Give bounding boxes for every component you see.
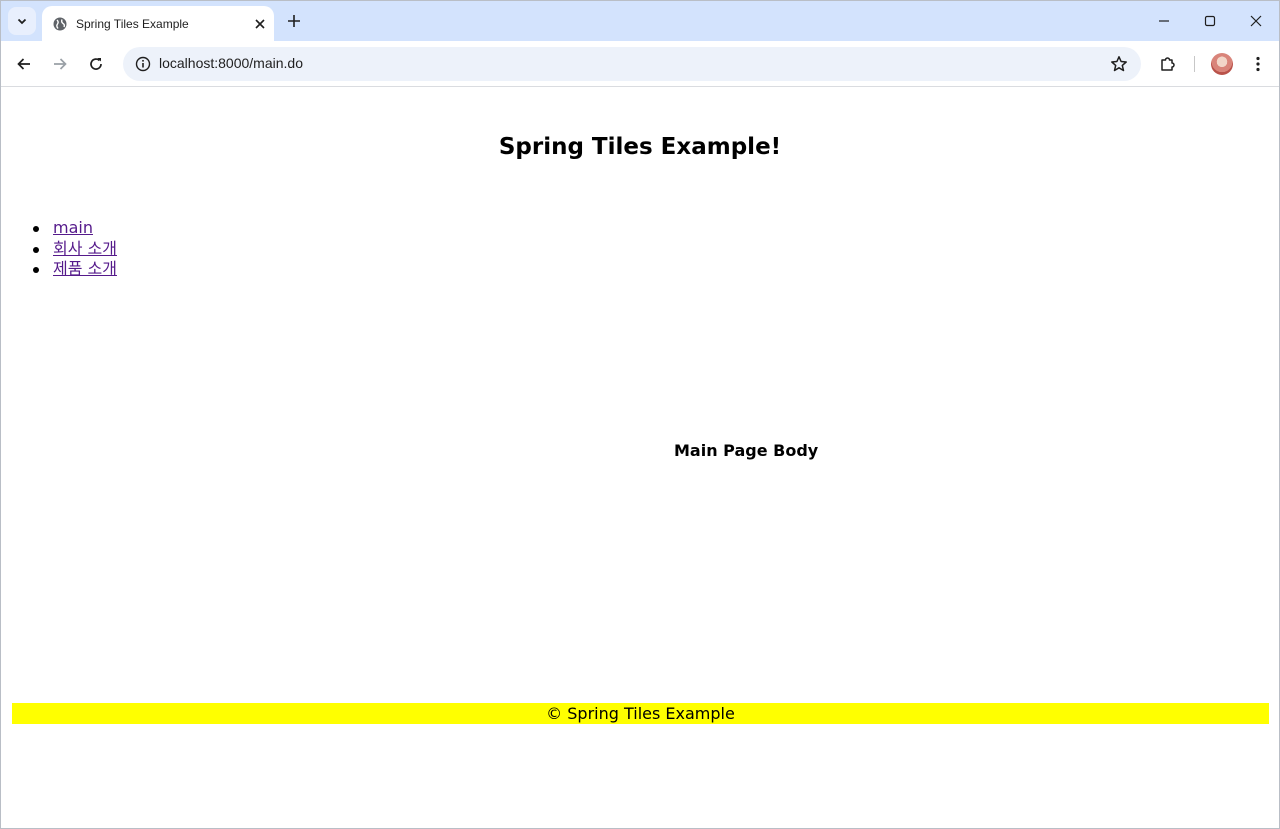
menu-link-company[interactable]: 회사 소개 (53, 239, 117, 258)
new-tab-button[interactable] (282, 9, 306, 33)
extensions-button[interactable] (1154, 50, 1182, 78)
kebab-menu-button[interactable] (1244, 50, 1272, 78)
menu-item-main: main (33, 218, 117, 239)
maximize-button[interactable] (1187, 1, 1233, 41)
tab-search-button[interactable] (8, 7, 36, 35)
forward-button[interactable] (46, 50, 74, 78)
menu-link-main[interactable]: main (53, 218, 93, 237)
back-icon (17, 58, 30, 70)
window-close-icon (1250, 15, 1262, 27)
page-viewport: Spring Tiles Example! main 회사 소개 제품 소개 M… (1, 88, 1279, 828)
address-bar[interactable]: localhost:8000/main.do (123, 47, 1141, 81)
avatar[interactable] (1211, 53, 1233, 75)
close-icon[interactable] (252, 16, 268, 32)
menu-link-products[interactable]: 제품 소개 (53, 259, 117, 278)
browser-toolbar: localhost:8000/main.do (1, 41, 1279, 87)
menu-item-products: 제품 소개 (33, 259, 117, 280)
extensions-icon (1161, 57, 1175, 71)
globe-icon (52, 16, 68, 32)
kebab-menu-icon (1256, 56, 1260, 72)
url-text[interactable]: localhost:8000/main.do (159, 55, 303, 71)
menu-item-company: 회사 소개 (33, 239, 117, 260)
page-title: Spring Tiles Example! (498, 134, 782, 160)
reload-button[interactable] (82, 50, 110, 78)
tab-strip: Spring Tiles Example (1, 1, 1279, 41)
page-footer: © Spring Tiles Example (12, 703, 1269, 724)
reload-icon (90, 58, 102, 70)
info-icon[interactable] (131, 52, 155, 76)
maximize-icon (1204, 15, 1216, 27)
star-icon[interactable] (1109, 54, 1129, 74)
back-button[interactable] (10, 50, 38, 78)
window-close-button[interactable] (1233, 1, 1279, 41)
toolbar-separator (1194, 56, 1195, 72)
minimize-button[interactable] (1141, 1, 1187, 41)
menu-list: main 회사 소개 제품 소개 (33, 218, 117, 280)
plus-icon (288, 15, 300, 27)
tab-title: Spring Tiles Example (76, 16, 189, 31)
minimize-icon (1159, 20, 1169, 22)
forward-icon (54, 58, 67, 70)
tab-active[interactable]: Spring Tiles Example (42, 6, 274, 41)
chevron-down-icon (17, 18, 27, 25)
main-body-text: Main Page Body (674, 441, 819, 460)
